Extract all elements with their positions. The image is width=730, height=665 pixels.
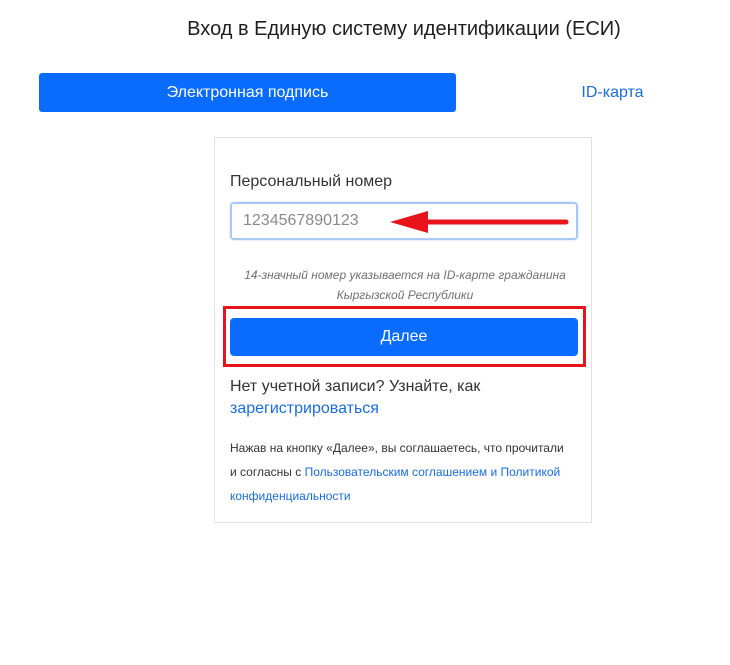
tab-label: Электронная подпись — [166, 83, 329, 101]
no-account-text: Нет учетной записи? Узнайте, как — [230, 378, 481, 395]
tab-id-card[interactable]: ID-карта — [456, 73, 730, 112]
next-button[interactable]: Далее — [230, 318, 578, 356]
register-link[interactable]: зарегистрироваться — [230, 397, 379, 421]
tab-label: ID-карта — [581, 83, 644, 101]
agreement-text: Нажав на кнопку «Далее», вы соглашаетесь… — [230, 436, 570, 508]
page-title: Вход в Единую систему идентификации (ЕСИ… — [187, 18, 621, 40]
personal-number-hint: 14-значный номер указывается на ID-карте… — [244, 268, 566, 302]
personal-number-input[interactable] — [230, 202, 578, 240]
tab-electronic-signature[interactable]: Электронная подпись — [39, 73, 456, 112]
personal-number-label: Персональный номер — [230, 173, 393, 190]
